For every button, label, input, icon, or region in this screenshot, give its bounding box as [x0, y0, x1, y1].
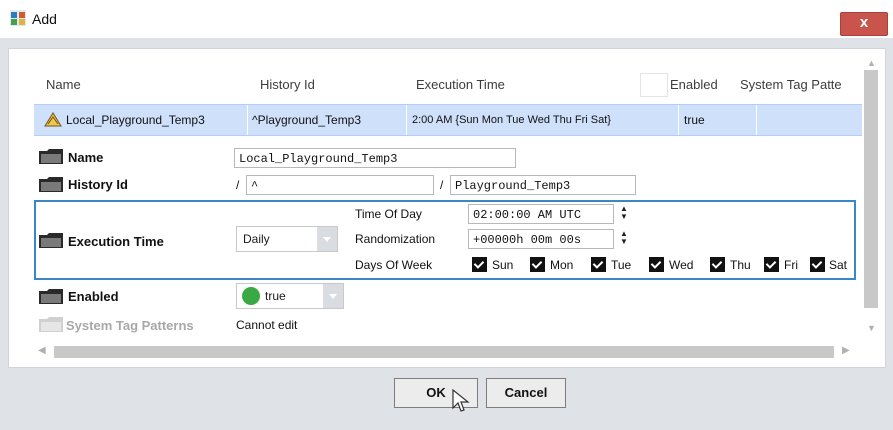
column-header-history-id[interactable]: History Id — [260, 77, 315, 92]
row-divider — [247, 105, 248, 135]
checkbox-sat[interactable] — [810, 257, 825, 272]
execution-mode-value: Daily — [243, 232, 270, 246]
row-divider — [406, 105, 407, 135]
window-title: Add — [32, 11, 57, 27]
history-id-prefix-field[interactable]: ^ — [246, 175, 434, 195]
execution-time-label: Execution Time — [68, 234, 164, 249]
randomization-spinner-icon[interactable]: ▲ ▼ — [620, 230, 630, 248]
enabled-select[interactable]: true — [236, 283, 344, 309]
chevron-down-icon[interactable] — [317, 227, 337, 251]
day-label-wed: Wed — [669, 258, 694, 272]
name-field[interactable]: Local_Playground_Temp3 — [234, 148, 516, 168]
table-row[interactable]: Local_Playground_Temp3 ^Playground_Temp3… — [34, 104, 862, 136]
scroll-up-icon[interactable]: ▲ — [867, 58, 876, 68]
cancel-button[interactable]: Cancel — [486, 378, 566, 408]
system-tag-patterns-value: Cannot edit — [236, 318, 298, 332]
enabled-label: Enabled — [68, 289, 119, 304]
enabled-value: true — [265, 289, 286, 303]
chevron-down-icon[interactable] — [323, 284, 343, 308]
history-id-field[interactable]: Playground_Temp3 — [450, 175, 636, 195]
row-enabled: true — [684, 113, 705, 127]
property-folder-icon — [39, 233, 63, 248]
row-divider — [756, 105, 757, 135]
close-button[interactable]: x — [840, 12, 888, 36]
column-header-name[interactable]: Name — [46, 77, 81, 92]
horizontal-scrollbar[interactable]: ◀ ▶ — [34, 344, 854, 360]
randomization-label: Randomization — [355, 232, 436, 246]
day-label-sat: Sat — [829, 258, 848, 272]
vertical-scrollbar[interactable]: ▲ ▼ — [862, 50, 880, 340]
checkbox-mon[interactable] — [530, 257, 545, 272]
column-header-enabled[interactable]: Enabled — [670, 77, 718, 92]
checkbox-wed[interactable] — [649, 257, 664, 272]
day-label-sun: Sun — [492, 258, 514, 272]
row-divider — [678, 105, 679, 135]
time-spinner-icon[interactable]: ▲ ▼ — [620, 205, 630, 223]
history-id-separator: / — [236, 178, 240, 192]
scroll-down-icon[interactable]: ▼ — [867, 323, 876, 333]
app-icon — [10, 10, 26, 26]
execution-mode-select[interactable]: Daily — [236, 226, 338, 252]
row-history-id: ^Playground_Temp3 — [252, 113, 362, 127]
header-spacer — [640, 73, 668, 97]
checkbox-thu[interactable] — [710, 257, 725, 272]
day-label-tue: Tue — [611, 258, 632, 272]
scroll-right-icon[interactable]: ▶ — [842, 345, 850, 356]
history-id-label: History Id — [68, 177, 128, 192]
enabled-status-icon — [242, 287, 260, 305]
row-name: Local_Playground_Temp3 — [66, 113, 205, 127]
column-header-system-tag-patterns[interactable]: System Tag Patte — [740, 77, 842, 92]
close-icon: x — [859, 14, 869, 31]
property-folder-icon — [39, 289, 63, 304]
scroll-left-icon[interactable]: ◀ — [38, 345, 46, 356]
history-id-separator: / — [440, 178, 444, 192]
days-of-week-label: Days Of Week — [355, 258, 433, 272]
checkbox-sun[interactable] — [472, 257, 487, 272]
day-label-fri: Fri — [784, 258, 798, 272]
name-label: Name — [68, 150, 104, 165]
horizontal-scroll-thumb[interactable] — [54, 346, 834, 358]
mouse-cursor-icon — [452, 389, 470, 412]
title-bar: Add x — [0, 0, 893, 39]
column-header-execution-time[interactable]: Execution Time — [416, 77, 505, 92]
time-of-day-label: Time Of Day — [355, 207, 422, 221]
day-label-mon: Mon — [550, 258, 574, 272]
property-folder-disabled-icon — [39, 317, 63, 332]
system-tag-patterns-label: System Tag Patterns — [66, 318, 194, 333]
checkbox-fri[interactable] — [764, 257, 779, 272]
table-header: Name History Id Execution Time Enabled S… — [34, 67, 854, 103]
time-of-day-field[interactable]: 02:00:00 AM UTC — [468, 204, 614, 224]
property-folder-icon — [39, 177, 63, 192]
randomization-field[interactable]: +00000h 00m 00s — [468, 229, 614, 249]
vertical-scroll-thumb[interactable] — [864, 70, 878, 308]
row-execution-time: 2:00 AM {Sun Mon Tue Wed Thu Fri Sat} — [412, 114, 611, 126]
day-label-thu: Thu — [730, 258, 751, 272]
property-folder-icon — [39, 149, 63, 164]
checkbox-tue[interactable] — [591, 257, 606, 272]
history-point-icon — [44, 112, 62, 127]
